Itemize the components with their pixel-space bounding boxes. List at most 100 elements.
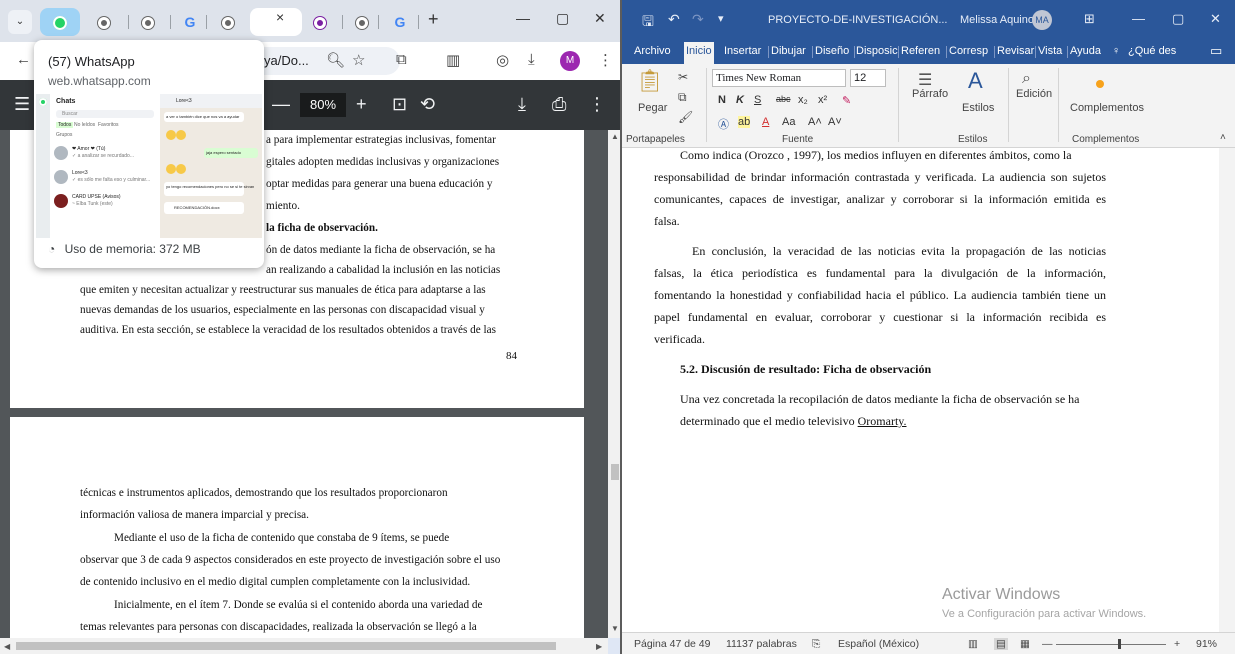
word-minimize-icon[interactable]: — [1132,11,1145,26]
close-window-icon[interactable]: ✕ [594,10,606,27]
back-arrow-icon[interactable]: ← [16,51,31,68]
font-name-select[interactable]: Times New Roman [712,69,846,87]
addins-button[interactable]: Complementos [1070,102,1144,114]
copy-icon[interactable]: ⧉ [678,90,687,105]
tab-2[interactable] [84,8,124,36]
tab-7[interactable] [300,8,340,36]
pdf-more-icon[interactable]: ⋮ [588,94,606,115]
clear-format-icon[interactable]: ✎ [842,94,851,107]
word-count[interactable]: 11137 palabras [726,638,797,650]
find-icon[interactable]: ⌕ [1022,70,1031,88]
tab-revisar[interactable]: Revisar [997,45,1034,57]
scroll-left-icon[interactable]: ◀ [4,642,10,651]
tab-inicio[interactable]: Inicio [684,42,714,64]
quick-access-dropdown-icon[interactable]: ▾ [718,12,724,25]
reading-mode-icon[interactable]: ▥ [446,51,460,69]
tab-3[interactable] [128,8,168,36]
tab-whatsapp[interactable] [40,8,80,36]
print-icon[interactable]: ⎙ [552,94,566,115]
subscript-button[interactable]: x₂ [798,94,808,106]
save-icon[interactable]: 🖫 [642,11,654,35]
user-avatar[interactable]: MA [1032,10,1052,30]
addins-icon[interactable] [1096,80,1104,88]
scroll-up-icon[interactable]: ▲ [611,132,619,141]
tab-search-button[interactable]: ⌄ [8,10,32,34]
zoom-slider-thumb[interactable] [1118,639,1121,649]
zoom-magnifier-icon[interactable]: 🔍︎ [326,51,345,69]
web-layout-icon[interactable]: ▦ [1020,638,1030,650]
styles-icon[interactable]: A [968,68,983,94]
scroll-down-icon[interactable]: ▼ [611,624,619,633]
font-color-icon[interactable]: A [762,116,769,128]
tab-vista[interactable]: Vista [1038,45,1062,57]
shrink-font-button[interactable]: A˅ [828,116,842,128]
paragraph-icon[interactable]: ☰ [918,70,932,90]
tab-referencias[interactable]: Referen [901,45,940,57]
rotate-icon[interactable]: ⟲ [420,94,435,115]
zoom-in-button[interactable]: + [356,94,367,115]
superscript-button[interactable]: x² [818,94,827,106]
tab-correspondencia[interactable]: Corresp [949,45,988,57]
underline-button[interactable]: S [754,94,761,106]
redo-icon[interactable]: ↷ [692,11,704,28]
scroll-right-icon[interactable]: ▶ [596,642,602,651]
tell-me-box[interactable]: ¿Qué des [1128,45,1176,57]
undo-icon[interactable]: ↶ [668,11,680,28]
pdf-download-icon[interactable]: ⤓ [518,94,526,115]
cut-icon[interactable]: ✂ [678,70,688,84]
grow-font-button[interactable]: A˄ [808,116,822,128]
format-painter-icon[interactable]: 🖌︎ [678,110,693,124]
tab-insertar[interactable]: Insertar [724,45,761,57]
zoom-slider[interactable] [1056,644,1166,645]
word-close-icon[interactable]: ✕ [1210,11,1221,27]
read-mode-icon[interactable]: ▥ [968,638,978,650]
word-maximize-icon[interactable]: ▢ [1172,11,1184,27]
minimize-icon[interactable]: — [516,10,530,26]
download-icon[interactable]: ⤓ [528,51,535,68]
highlight-icon[interactable]: ab [738,116,751,128]
close-tab-icon[interactable]: × [276,9,284,25]
pdf-horizontal-scrollbar[interactable]: ◀ ▶ [0,638,608,654]
collapse-ribbon-icon[interactable]: ˄ [1220,132,1226,143]
tab-ayuda[interactable]: Ayuda [1070,45,1101,57]
zoom-input[interactable]: 80% [300,93,346,117]
styles-button[interactable]: Estilos [962,102,994,114]
maximize-icon[interactable]: ▢ [556,10,569,27]
tab-8[interactable] [342,8,382,36]
tab-google-1[interactable]: G [170,8,210,36]
strikethrough-button[interactable]: abc [776,94,791,104]
change-case-button[interactable]: Aa [782,116,795,128]
scroll-thumb[interactable] [16,642,556,650]
tab-diseno[interactable]: Diseño [815,45,849,57]
print-layout-icon[interactable]: ▤ [994,638,1008,650]
new-tab-button[interactable]: + [428,9,439,30]
tab-google-2[interactable]: G [380,8,420,36]
zoom-in-button[interactable]: + [1174,638,1180,650]
italic-button[interactable]: K [736,94,744,106]
ribbon-display-icon[interactable]: ⊞ [1084,11,1095,27]
zoom-out-button[interactable]: — [272,94,290,115]
document-canvas[interactable]: Como indica (Orozco , 1997), los medios … [622,148,1219,632]
paste-icon[interactable]: 📋︎ [636,68,664,94]
comments-icon[interactable]: ▭ [1210,43,1222,59]
language-indicator[interactable]: Español (México) [838,638,919,650]
profile-avatar[interactable]: M [560,51,580,71]
fit-page-icon[interactable]: ⊡ [392,94,407,115]
kebab-menu-icon[interactable]: ⋮ [598,51,613,69]
page-count[interactable]: Página 47 de 49 [634,638,710,650]
bold-button[interactable]: N [718,94,726,106]
tab-archivo[interactable]: Archivo [634,45,671,57]
user-name[interactable]: Melissa Aquino [960,14,1034,26]
paragraph-button[interactable]: Párrafo [912,88,948,100]
paste-button[interactable]: Pegar [638,102,667,114]
editing-button[interactable]: Edición [1016,88,1052,100]
pdf-menu-icon[interactable]: ☰ [14,94,30,115]
font-size-select[interactable]: 12 [850,69,886,87]
tab-disposicion[interactable]: Disposic [856,45,898,57]
scroll-thumb[interactable] [611,464,619,480]
bookmark-star-icon[interactable]: ☆ [352,51,365,69]
tab-dibujar[interactable]: Dibujar [771,45,806,57]
extensions-icon[interactable]: ⧉ [396,51,407,68]
zoom-level[interactable]: 91% [1196,638,1217,650]
zoom-out-button[interactable]: — [1042,638,1053,650]
